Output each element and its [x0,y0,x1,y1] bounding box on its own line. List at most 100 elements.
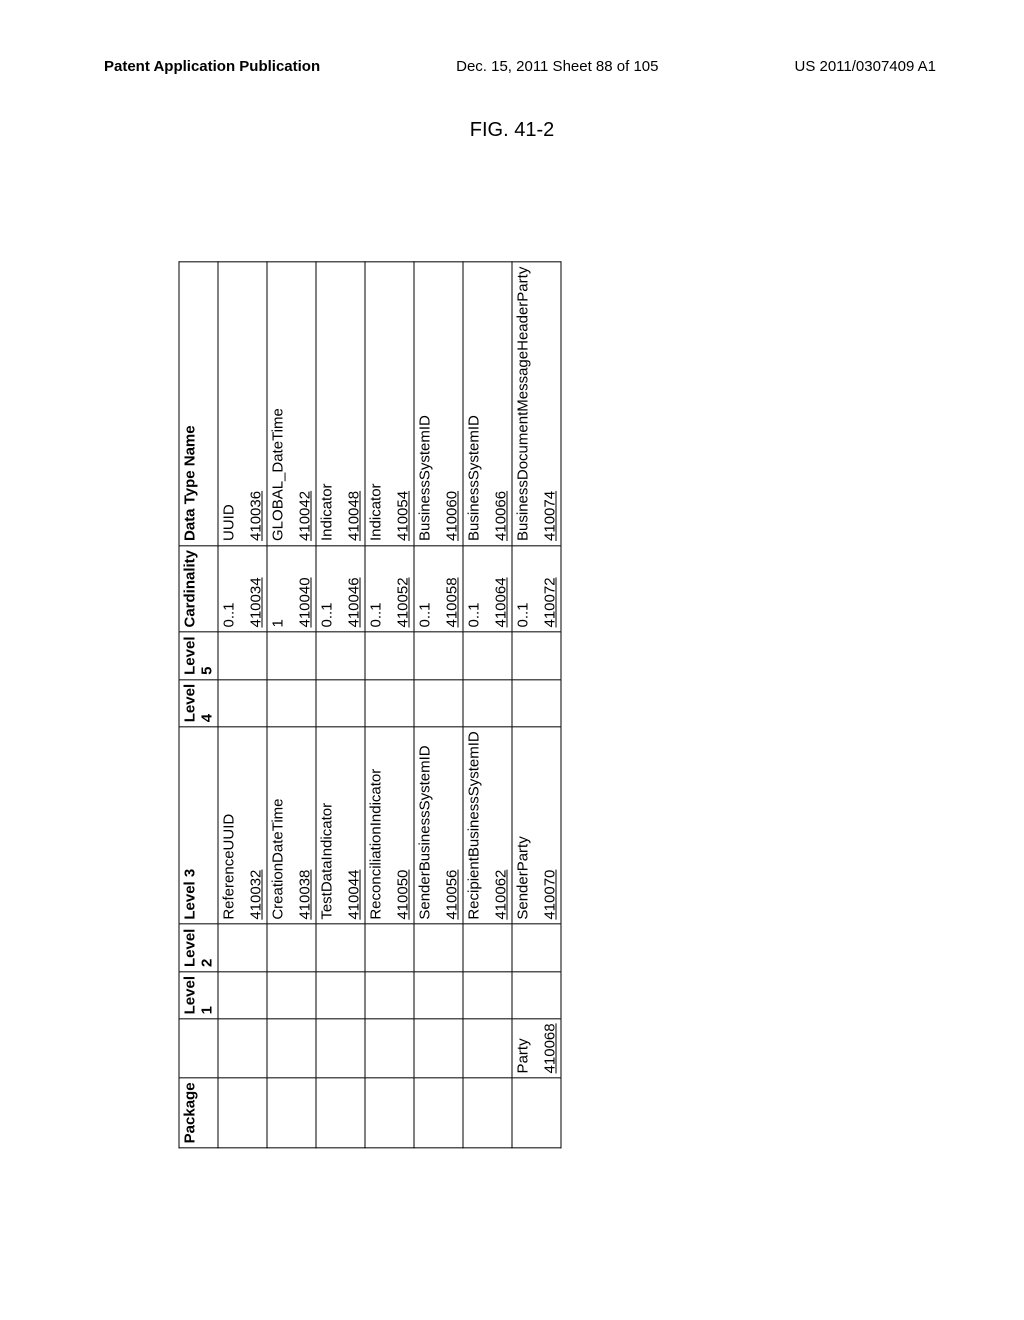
cell-sub-value [319,1023,336,1073]
cell-level3-ref: 410056 [444,731,461,919]
cell-sub-value [221,1023,238,1073]
cell-datatype-value: BusinessDocumentMessageHeaderParty [515,267,532,541]
header-right: US 2011/0307409 A1 [794,58,936,75]
cell-level3-value: CreationDateTime [270,731,287,919]
cell-cardinality-ref: 410052 [395,550,412,628]
cell-level5 [316,632,365,679]
cell-datatype-ref: 410048 [346,267,363,541]
cell-datatype-value: Indicator [368,267,385,541]
cell-datatype-value: GLOBAL_DateTime [270,267,287,541]
cell-cardinality-ref: 410064 [493,550,510,628]
cell-datatype: BusinessDocumentMessageHeaderParty 410074 [512,262,561,545]
cell-level3-value: ReconciliationIndicator [368,731,385,919]
data-table: Package Level 1 Level 2 Level 3 Level 4 … [179,262,562,1149]
cell-level3: RecipientBusinessSystemID 410062 [463,727,512,924]
cell-level2 [218,924,267,971]
cell-level3: ReconciliationIndicator410050 [365,727,414,924]
table-row: Party410068 SenderParty 410070 0..1 410072… [512,262,561,1148]
cell-package [267,1078,316,1148]
cell-level3-ref: 410032 [248,731,265,919]
cell-cardinality: 0..1 410034 [218,545,267,632]
cell-sub-value [466,1023,483,1073]
cell-sub [316,1019,365,1078]
header-center: Dec. 15, 2011 Sheet 88 of 105 [456,58,658,75]
cell-cardinality: 0..1 410058 [414,545,463,632]
cell-level5 [414,632,463,679]
cell-cardinality-value: 0..1 [515,550,532,628]
cell-level1 [218,972,267,1019]
cell-sub [414,1019,463,1078]
cell-level1 [267,972,316,1019]
cell-cardinality-ref: 410058 [444,550,461,628]
table-row: TestDataIndicator410044 0..1410046Indica… [316,262,365,1148]
cell-cardinality: 1410040 [267,545,316,632]
cell-datatype-ref: 410074 [542,267,559,541]
cell-level3-value: SenderBusinessSystemID [417,731,434,919]
cell-level3: ReferenceUUID 410032 [218,727,267,924]
cell-cardinality: 0..1410046 [316,545,365,632]
cell-level1 [316,972,365,1019]
cell-level5 [512,632,561,679]
cell-datatype-ref: 410042 [297,267,314,541]
cell-cardinality-ref: 410072 [542,550,559,628]
cell-sub-value [270,1023,287,1073]
cell-level3-ref: 410062 [493,731,510,919]
cell-package [365,1078,414,1148]
col-datatype: Data Type Name [179,262,218,545]
cell-datatype-value: Indicator [319,267,336,541]
cell-cardinality-value: 0..1 [368,550,385,628]
cell-level4 [365,679,414,726]
cell-sub-value: Party [515,1023,532,1073]
cell-datatype-value: UUID [221,267,238,541]
table-row: ReferenceUUID410032 0..1410034UUID410036 [218,262,267,1148]
cell-sub: Party410068 [512,1019,561,1078]
cell-level5 [463,632,512,679]
cell-datatype: Indicator 410048 [316,262,365,545]
cell-level3: SenderBusinessSystemID 410056 [414,727,463,924]
page-header: Patent Application Publication Dec. 15, … [0,0,1024,83]
col-sub [179,1019,218,1078]
table-head: Package Level 1 Level 2 Level 3 Level 4 … [179,262,218,1148]
cell-level2 [365,924,414,971]
cell-datatype-ref: 410066 [493,267,510,541]
cell-level3-value: RecipientBusinessSystemID [466,731,483,919]
cell-datatype: BusinessSystemID410060 [414,262,463,545]
cell-package [218,1078,267,1148]
cell-datatype: BusinessSystemID410066 [463,262,512,545]
cell-level3-ref: 410038 [297,731,314,919]
cell-level1 [463,972,512,1019]
cell-cardinality-ref: 410040 [297,550,314,628]
cell-level2 [414,924,463,971]
cell-cardinality-value: 0..1 [221,550,238,628]
cell-level5 [267,632,316,679]
col-level5: Level 5 [179,632,218,679]
cell-datatype-value: BusinessSystemID [417,267,434,541]
cell-sub [365,1019,414,1078]
cell-level1 [365,972,414,1019]
col-package: Package [179,1078,218,1148]
cell-level3-ref: 410070 [542,731,559,919]
cell-sub-value [417,1023,434,1073]
figure-title: FIG. 41-2 [0,119,1024,142]
cell-level3-value: TestDataIndicator [319,731,336,919]
cell-package [414,1078,463,1148]
cell-cardinality-ref: 410034 [248,550,265,628]
col-level2: Level 2 [179,924,218,971]
table-head-row: Package Level 1 Level 2 Level 3 Level 4 … [179,262,218,1148]
cell-level2 [267,924,316,971]
cell-package [316,1078,365,1148]
cell-level1 [414,972,463,1019]
header-left: Patent Application Publication [104,58,320,75]
cell-datatype-ref: 410054 [395,267,412,541]
cell-level3-value: SenderParty [515,731,532,919]
cell-level4 [512,679,561,726]
cell-package [512,1078,561,1148]
cell-level3: SenderParty 410070 [512,727,561,924]
cell-cardinality-value: 0..1 [466,550,483,628]
col-cardinality: Cardinality [179,545,218,632]
data-table-wrap: Package Level 1 Level 2 Level 3 Level 4 … [179,262,562,1149]
cell-cardinality-ref: 410046 [346,550,363,628]
cell-level3-value: ReferenceUUID [221,731,238,919]
cell-cardinality-value: 0..1 [417,550,434,628]
cell-level4 [414,679,463,726]
